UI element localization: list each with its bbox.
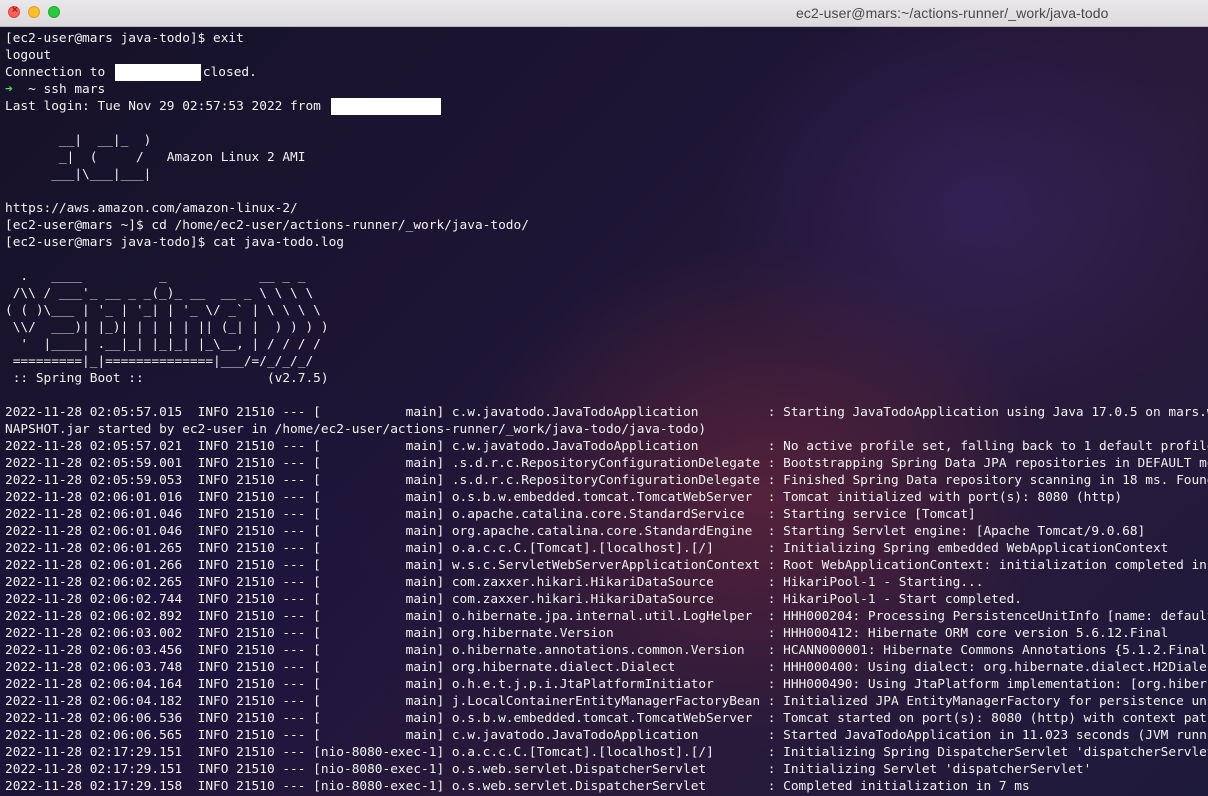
motd-url-line: https://aws.amazon.com/amazon-linux-2/ [5, 201, 298, 216]
blank-line [5, 251, 1208, 268]
blank-line [5, 387, 1208, 404]
log-line: 2022-11-28 02:06:01.046 INFO 21510 --- [… [5, 524, 1146, 539]
log-line: 2022-11-28 02:06:01.265 INFO 21510 --- [… [5, 541, 1169, 556]
connection-suffix: closed. [202, 65, 257, 80]
log-line: 2022-11-28 02:06:01.266 INFO 21510 --- [… [5, 558, 1208, 573]
close-icon: × [11, 5, 19, 15]
zoom-button[interactable] [48, 6, 60, 18]
log-line: 2022-11-28 02:06:06.536 INFO 21510 --- [… [5, 711, 1208, 726]
log-line: 2022-11-28 02:17:29.151 INFO 21510 --- [… [5, 762, 1092, 777]
log-line: 2022-11-28 02:06:03.748 INFO 21510 --- [… [5, 660, 1208, 675]
motd-line: ___|\___|___| [5, 167, 152, 182]
log-line: 2022-11-28 02:06:01.016 INFO 21510 --- [… [5, 490, 1123, 505]
spring-banner-line: . ____ _ __ _ _ [5, 269, 306, 284]
close-button[interactable]: × [8, 5, 20, 18]
connection-prefix: Connection to [5, 65, 113, 80]
motd-line: _| ( / Amazon Linux 2 AMI [5, 150, 306, 165]
log-line: 2022-11-28 02:17:29.158 INFO 21510 --- [… [5, 779, 1030, 794]
spring-banner-line: =========|_|==============|___/=/_/_/_/ [5, 354, 314, 369]
log-line: 2022-11-28 02:05:57.015 INFO 21510 --- [… [5, 405, 1208, 420]
terminal-window: × ec2-user@mars:~/actions-runner/_work/j… [0, 0, 1208, 796]
log-line: 2022-11-28 02:06:04.182 INFO 21510 --- [… [5, 694, 1208, 709]
log-line: 2022-11-28 02:06:02.744 INFO 21510 --- [… [5, 592, 1022, 607]
log-line: NAPSHOT.jar started by ec2-user in /home… [5, 422, 707, 437]
log-line: 2022-11-28 02:05:59.053 INFO 21510 --- [… [5, 473, 1208, 488]
log-line: 2022-11-28 02:06:04.164 INFO 21510 --- [… [5, 677, 1208, 692]
log-line: 2022-11-28 02:05:57.021 INFO 21510 --- [… [5, 439, 1208, 454]
cd-command-line: [ec2-user@mars ~]$ cd /home/ec2-user/act… [5, 218, 529, 233]
logout-line: logout [5, 48, 52, 63]
cat-command-line: [ec2-user@mars java-todo]$ cat java-todo… [5, 235, 344, 250]
exit-command-line: [ec2-user@mars java-todo]$ exit [5, 31, 244, 46]
log-line: 2022-11-28 02:17:29.151 INFO 21510 --- [… [5, 745, 1208, 760]
terminal-output: [ec2-user@mars java-todo]$ exit logout C… [5, 30, 1208, 795]
spring-banner-line: ' |____| .__|_| |_|_| |_\__, | / / / / [5, 337, 321, 352]
log-line: 2022-11-28 02:06:06.565 INFO 21510 --- [… [5, 728, 1208, 743]
motd-line: __| __|_ ) [5, 133, 152, 148]
prompt-arrow-icon: ➜ [5, 82, 13, 97]
blank-line [5, 115, 1208, 132]
spring-banner-line: /\\ / ___'_ __ _ _(_)_ __ __ _ \ \ \ \ [5, 286, 314, 301]
log-line: 2022-11-28 02:05:59.001 INFO 21510 --- [… [5, 456, 1208, 471]
window-title: ec2-user@mars:~/actions-runner/_work/jav… [796, 5, 1109, 21]
ssh-command-line: ➜ ~ ssh mars [5, 81, 1208, 98]
connection-closed-line: Connection to closed. [5, 64, 1208, 81]
title-bar[interactable]: × ec2-user@mars:~/actions-runner/_work/j… [0, 0, 1208, 27]
spring-banner-line: \\/ ___)| |_)| | | | | || (_| | ) ) ) ) [5, 320, 329, 335]
ssh-command: ~ ssh mars [12, 82, 106, 97]
log-line: 2022-11-28 02:06:03.456 INFO 21510 --- [… [5, 643, 1208, 658]
terminal-content[interactable]: [ec2-user@mars java-todo]$ exit logout C… [0, 27, 1208, 796]
last-login-text: Last login: Tue Nov 29 02:57:53 2022 fro… [5, 99, 329, 114]
last-login-line: Last login: Tue Nov 29 02:57:53 2022 fro… [5, 98, 1208, 115]
redacted-host [114, 64, 201, 81]
log-line: 2022-11-28 02:06:01.046 INFO 21510 --- [… [5, 507, 976, 522]
redacted-ip [330, 98, 441, 115]
log-line: 2022-11-28 02:06:02.892 INFO 21510 --- [… [5, 609, 1208, 624]
log-line: 2022-11-28 02:06:03.002 INFO 21510 --- [… [5, 626, 1169, 641]
blank-line [5, 183, 1208, 200]
spring-banner-version-line: :: Spring Boot :: (v2.7.5) [5, 371, 329, 386]
spring-banner-line: ( ( )\___ | '_ | '_| | '_ \/ _` | \ \ \ … [5, 303, 321, 318]
minimize-button[interactable] [28, 6, 40, 18]
log-line: 2022-11-28 02:06:02.265 INFO 21510 --- [… [5, 575, 984, 590]
